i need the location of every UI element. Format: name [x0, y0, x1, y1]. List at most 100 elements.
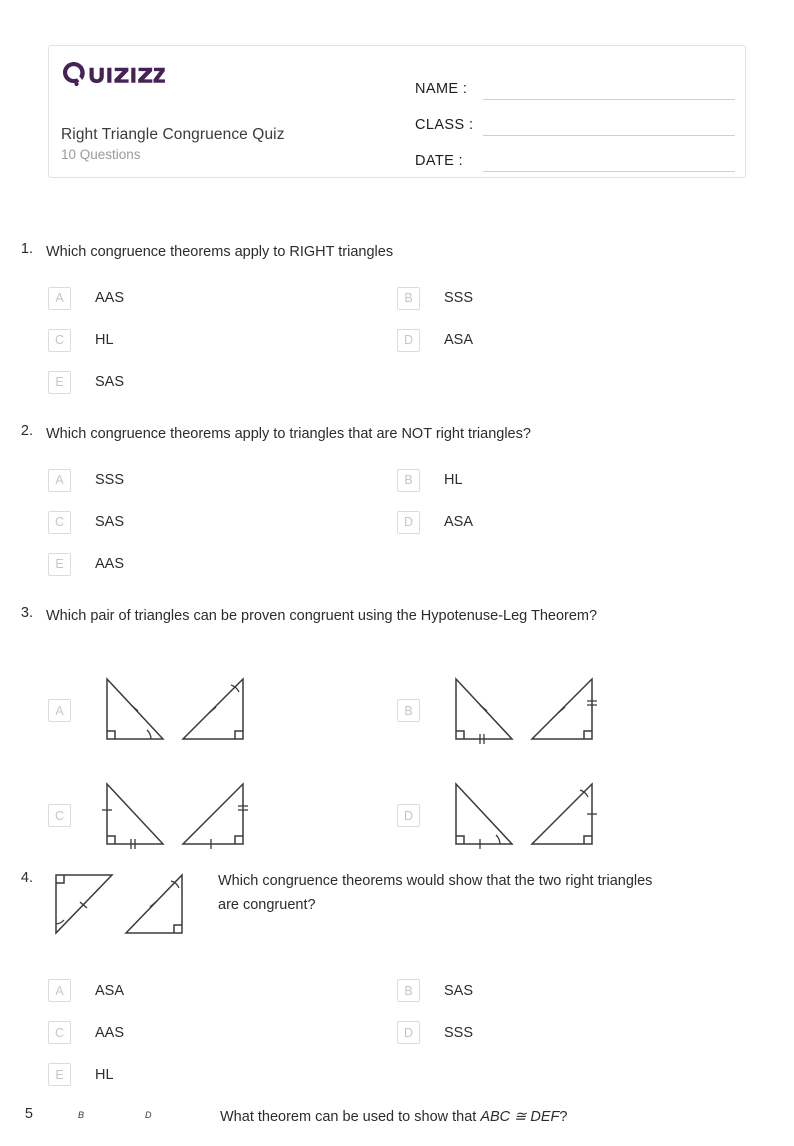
option-2-d[interactable]: D ASA — [397, 510, 474, 534]
option-label: SSS — [444, 1024, 474, 1041]
question-1-options: A AAS B SSS C HL D ASA E SAS — [0, 279, 794, 394]
option-3-b[interactable]: B — [397, 671, 604, 751]
triangle-pair-figure-c — [95, 776, 255, 856]
question-4-figure — [46, 870, 196, 945]
option-1-c[interactable]: C HL — [48, 328, 114, 352]
option-1-b[interactable]: B SSS — [397, 286, 474, 310]
name-field-row: NAME : — [415, 64, 735, 100]
option-letter: E — [48, 370, 71, 394]
class-input-line[interactable] — [483, 113, 735, 136]
option-letter: D — [397, 804, 420, 828]
question-3-options: A B C D — [0, 643, 794, 873]
option-label: HL — [444, 472, 463, 489]
option-4-a[interactable]: A ASA — [48, 979, 124, 1002]
option-letter: B — [397, 979, 420, 1002]
option-label: AAS — [95, 556, 125, 573]
option-1-e[interactable]: E SAS — [48, 370, 125, 394]
question-4-options: A ASA B SAS C AAS D SSS E HL — [0, 971, 794, 1086]
date-label: DATE : — [415, 153, 464, 169]
option-letter: B — [397, 699, 420, 723]
question-4-header: 4. Which congruence theorems would show … — [0, 870, 794, 945]
question-4-number: 4. — [20, 870, 33, 886]
option-label: AAS — [95, 1024, 125, 1041]
question-3-header: 3. Which pair of triangles can be proven… — [0, 605, 794, 629]
triangle-pair-figure-d — [444, 776, 604, 856]
option-3-d[interactable]: D — [397, 776, 604, 856]
option-letter: D — [397, 510, 420, 534]
date-input-line[interactable] — [483, 149, 735, 172]
quiz-question-count: 10 Questions — [61, 147, 141, 162]
option-label: HL — [95, 1066, 114, 1083]
option-letter: D — [397, 328, 420, 352]
option-letter: C — [48, 328, 71, 352]
question-1: 1. Which congruence theorems apply to RI… — [0, 241, 794, 394]
question-5-number: 5 — [24, 1106, 33, 1122]
option-letter: A — [48, 979, 71, 1002]
option-1-d[interactable]: D ASA — [397, 328, 474, 352]
option-2-e[interactable]: E AAS — [48, 552, 125, 576]
option-label: ASA — [444, 514, 474, 531]
option-letter: A — [48, 286, 71, 310]
option-letter: E — [48, 1063, 71, 1086]
question-3-number: 3. — [20, 605, 33, 621]
option-2-a[interactable]: A SSS — [48, 468, 125, 492]
question-3-text: Which pair of triangles can be proven co… — [46, 608, 598, 624]
option-letter: A — [48, 699, 71, 723]
option-letter: C — [48, 510, 71, 534]
option-letter: B — [397, 286, 420, 310]
option-letter: B — [397, 468, 420, 492]
question-5-text: What theorem can be used to show that AB… — [220, 1106, 567, 1130]
option-4-c[interactable]: C AAS — [48, 1021, 124, 1044]
option-label: SAS — [444, 982, 474, 999]
option-label: AAS — [95, 290, 125, 307]
quiz-title: Right Triangle Congruence Quiz — [61, 126, 285, 143]
option-4-b[interactable]: B SAS — [397, 979, 473, 1002]
option-label: SAS — [95, 514, 125, 531]
question-1-text: Which congruence theorems apply to RIGHT… — [46, 244, 394, 260]
option-2-b[interactable]: B HL — [397, 468, 463, 492]
option-letter: A — [48, 468, 71, 492]
question-2-options: A SSS B HL C SAS D ASA E AAS — [0, 461, 794, 576]
worksheet-page: Right Triangle Congruence Quiz 10 Questi… — [0, 0, 794, 1125]
option-label: SSS — [95, 472, 125, 489]
question-2-text: Which congruence theorems apply to trian… — [46, 426, 531, 442]
date-field-row: DATE : — [415, 136, 735, 172]
question-4-text: Which congruence theorems would show tha… — [218, 873, 653, 913]
option-label: ASA — [444, 332, 474, 349]
name-input-line[interactable] — [483, 77, 735, 100]
question-2-number: 2. — [20, 423, 33, 439]
option-2-c[interactable]: C SAS — [48, 510, 125, 534]
option-4-d[interactable]: D SSS — [397, 1021, 473, 1044]
option-letter: C — [48, 1021, 71, 1044]
option-3-c[interactable]: C — [48, 776, 255, 856]
class-field-row: CLASS : — [415, 100, 735, 136]
question-1-header: 1. Which congruence theorems apply to RI… — [0, 241, 794, 265]
option-letter: E — [48, 552, 71, 576]
question-2-header: 2. Which congruence theorems apply to tr… — [0, 423, 794, 447]
question-5-header: 5 B D What theorem can be used to show t… — [0, 1106, 794, 1146]
triangle-pair-figure-a — [95, 671, 255, 751]
question-5-figure: B D — [46, 1106, 206, 1146]
option-4-e[interactable]: E HL — [48, 1063, 114, 1086]
option-letter: C — [48, 804, 71, 828]
header-card: Right Triangle Congruence Quiz 10 Questi… — [48, 45, 746, 178]
option-1-a[interactable]: A AAS — [48, 286, 125, 310]
class-label: CLASS : — [415, 117, 474, 133]
option-label: SSS — [444, 290, 474, 307]
vertex-label-b: B — [78, 1110, 85, 1120]
question-3: 3. Which pair of triangles can be proven… — [0, 605, 794, 873]
question-4: 4. Which congruence theorems would show … — [0, 870, 794, 1086]
question-2: 2. Which congruence theorems apply to tr… — [0, 423, 794, 576]
question-1-number: 1. — [20, 241, 33, 257]
option-3-a[interactable]: A — [48, 671, 255, 751]
vertex-label-d: D — [145, 1110, 152, 1120]
student-info-fields: NAME : CLASS : DATE : — [415, 64, 735, 172]
triangle-pair-figure-b — [444, 671, 604, 751]
option-label: HL — [95, 332, 114, 349]
option-label: SAS — [95, 374, 125, 391]
option-letter: D — [397, 1021, 420, 1044]
quizizz-logo — [61, 59, 165, 89]
option-label: ASA — [95, 982, 125, 999]
question-5: 5 B D What theorem can be used to show t… — [0, 1106, 794, 1146]
name-label: NAME : — [415, 81, 468, 97]
